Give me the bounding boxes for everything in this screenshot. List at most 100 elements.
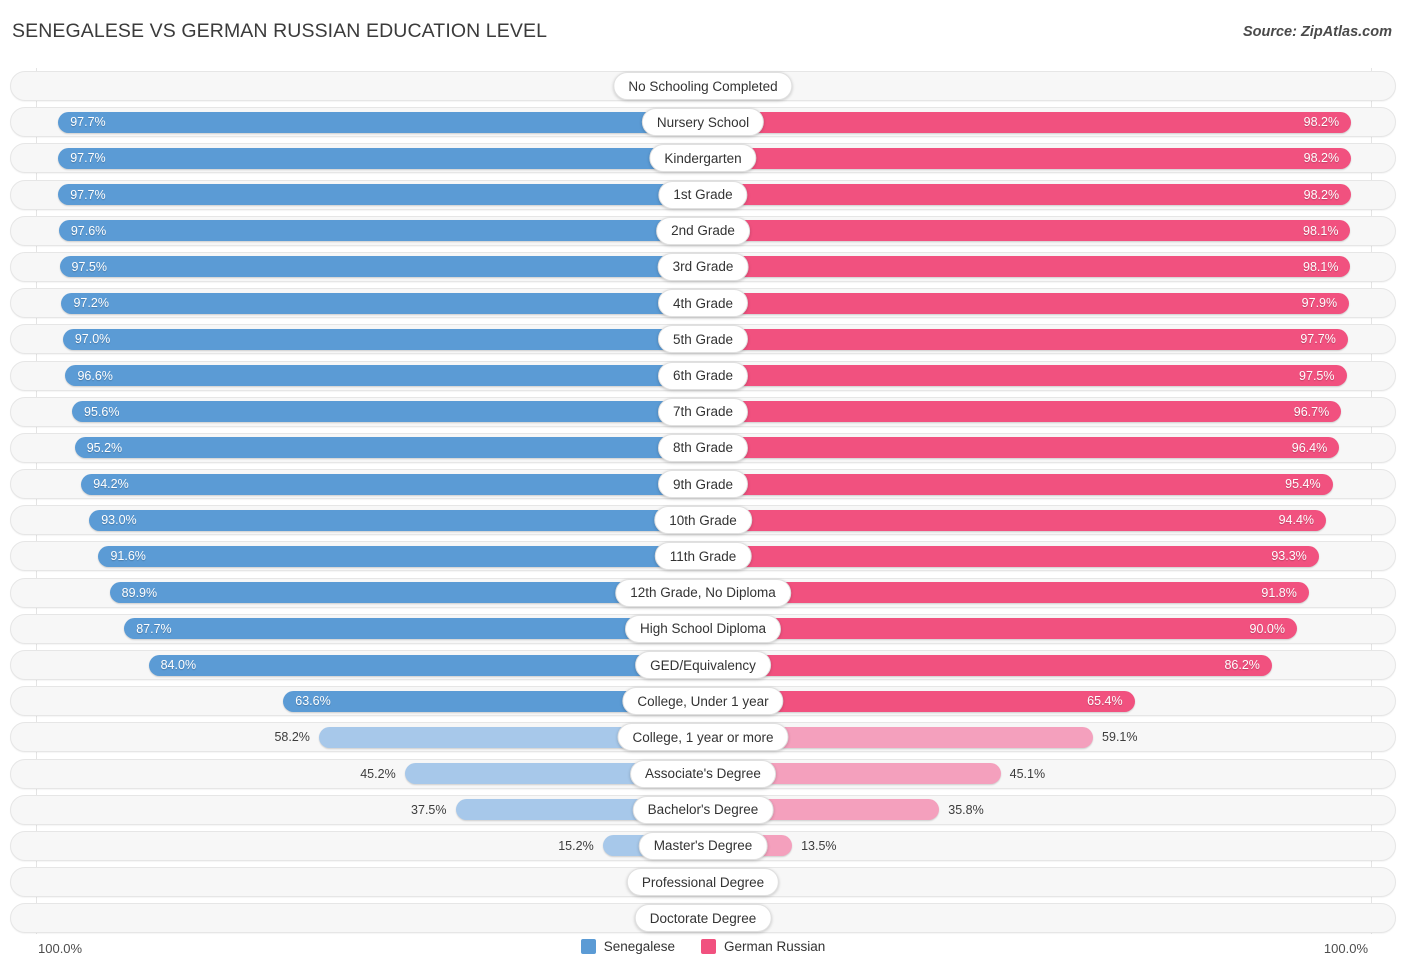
chart-row: 97.7% 98.2% 1st Grade	[10, 177, 1396, 213]
bar-left[interactable]: 91.6%	[98, 545, 703, 567]
bar-right[interactable]: 98.2%	[703, 111, 1352, 133]
bar-right[interactable]: 90.0%	[703, 618, 1297, 640]
bar-group-senegalese: 97.2%	[61, 292, 703, 314]
category-label[interactable]: 7th Grade	[657, 397, 749, 426]
bar-group-german-russian: 98.1%	[703, 256, 1351, 278]
category-label[interactable]: 6th Grade	[657, 361, 749, 390]
bar-right[interactable]: 98.2%	[703, 184, 1352, 206]
bar-group-senegalese: 97.0%	[62, 328, 703, 350]
legend-item[interactable]: German Russian	[701, 939, 825, 954]
bar-value-inside: 98.1%	[1303, 223, 1339, 238]
bar-right[interactable]: 91.8%	[703, 582, 1309, 604]
bar-right[interactable]: 86.2%	[703, 654, 1272, 676]
bar-value-inside: 98.2%	[1303, 151, 1340, 166]
bar-group-senegalese: 97.7%	[58, 111, 703, 133]
bar-left[interactable]: 97.6%	[58, 220, 703, 242]
category-label[interactable]: 4th Grade	[657, 289, 749, 318]
category-label[interactable]: 11th Grade	[654, 542, 752, 571]
bar-value-inside: 95.6%	[84, 404, 120, 419]
category-label[interactable]: College, Under 1 year	[622, 687, 784, 716]
bar-left[interactable]: 95.6%	[72, 401, 703, 423]
category-label[interactable]: College, 1 year or more	[617, 723, 789, 752]
category-label[interactable]: Doctorate Degree	[634, 904, 772, 933]
bar-right[interactable]: 98.2%	[703, 147, 1352, 169]
chart-row: 94.2% 95.4% 9th Grade	[10, 466, 1396, 502]
bar-group-senegalese: 97.7%	[58, 184, 703, 206]
category-label[interactable]: Master's Degree	[638, 831, 768, 860]
category-label[interactable]: 5th Grade	[657, 325, 749, 354]
bar-left[interactable]: 97.0%	[62, 328, 703, 350]
bar-left[interactable]: 97.5%	[59, 256, 703, 278]
category-label[interactable]: 12th Grade, No Diploma	[615, 578, 791, 607]
bar-group-german-russian: 98.2%	[703, 184, 1352, 206]
bar-value-outside: 37.5%	[411, 802, 447, 817]
category-label[interactable]: Associate's Degree	[630, 759, 776, 788]
chart-plot-area: 2.3%1.8%No Schooling Completed 97.7% 98.2%…	[10, 68, 1396, 934]
category-label[interactable]: Professional Degree	[626, 868, 780, 897]
chart-row: 97.6% 98.1% 2nd Grade	[10, 213, 1396, 249]
chart-row: 2.0%1.8%Doctorate Degree	[10, 900, 1396, 936]
bar-right[interactable]: 97.5%	[703, 365, 1347, 386]
bar-group-german-russian: 94.4%	[703, 509, 1327, 531]
bar-right[interactable]: 94.4%	[703, 509, 1327, 531]
bar-left[interactable]: 93.0%	[89, 509, 703, 531]
bar-value-inside: 89.9%	[121, 585, 158, 600]
bar-left[interactable]: 96.6%	[65, 365, 703, 386]
bar-left[interactable]: 84.0%	[148, 654, 703, 676]
source-attribution: Source: ZipAtlas.com	[1242, 24, 1392, 40]
bar-right[interactable]: 97.9%	[703, 292, 1350, 314]
category-label[interactable]: 1st Grade	[658, 180, 748, 209]
bar-value-inside: 93.3%	[1271, 549, 1307, 564]
bar-right[interactable]: 96.7%	[703, 401, 1342, 423]
bar-right[interactable]: 93.3%	[703, 545, 1319, 567]
bar-value-inside: 97.7%	[70, 187, 106, 202]
category-label[interactable]: GED/Equivalency	[635, 651, 771, 679]
bar-value-outside: 13.5%	[801, 838, 837, 853]
bar-value-inside: 65.4%	[1087, 694, 1123, 709]
bar-group-german-russian: 98.1%	[703, 220, 1351, 242]
legend-label: Senegalese	[603, 939, 675, 954]
chart-legend: Senegalese German Russian	[0, 939, 1406, 954]
category-label[interactable]: Kindergarten	[649, 144, 757, 173]
bar-right[interactable]: 97.7%	[703, 328, 1348, 350]
bar-group-senegalese: 95.2%	[74, 437, 703, 459]
bar-value-inside: 97.5%	[1299, 368, 1335, 383]
bar-left[interactable]: 97.2%	[61, 292, 703, 314]
category-label[interactable]: 2nd Grade	[656, 216, 750, 245]
category-label[interactable]: 10th Grade	[654, 506, 752, 535]
chart-row: 93.0% 94.4% 10th Grade	[10, 502, 1396, 538]
bar-left[interactable]: 94.2%	[81, 473, 703, 495]
bar-group-senegalese: 96.6%	[65, 365, 703, 386]
bar-left[interactable]: 95.2%	[74, 437, 703, 459]
bar-left[interactable]: 87.7%	[124, 618, 703, 640]
bar-value-inside: 63.6%	[295, 694, 331, 709]
bar-left[interactable]: 97.7%	[58, 147, 703, 169]
chart-row: 87.7% 90.0% High School Diploma	[10, 611, 1396, 647]
bar-group-german-russian: 91.8%	[703, 582, 1309, 604]
bar-right[interactable]: 95.4%	[703, 473, 1333, 495]
bar-value-outside: 45.1%	[1009, 766, 1046, 781]
category-label[interactable]: 8th Grade	[657, 433, 749, 462]
chart-row: 97.7% 98.2% Nursery School	[10, 104, 1396, 140]
category-label[interactable]: 9th Grade	[657, 470, 749, 499]
category-label[interactable]: Bachelor's Degree	[632, 795, 774, 824]
chart-row: 45.2% 45.1% Associate's Degree	[10, 756, 1396, 792]
bar-value-inside: 87.7%	[136, 621, 172, 636]
legend-item[interactable]: Senegalese	[580, 939, 675, 954]
bar-value-inside: 95.2%	[86, 440, 123, 455]
category-label[interactable]: No Schooling Completed	[613, 72, 793, 100]
category-label[interactable]: 3rd Grade	[657, 252, 749, 281]
bar-left[interactable]: 89.9%	[109, 582, 703, 604]
bar-left[interactable]: 97.7%	[58, 111, 703, 133]
bar-value-inside: 84.0%	[160, 658, 197, 672]
bar-group-german-russian: 98.2%	[703, 147, 1352, 169]
category-label[interactable]: High School Diploma	[624, 614, 782, 643]
bar-value-outside: 45.2%	[360, 766, 396, 781]
bar-left[interactable]: 97.7%	[58, 184, 703, 206]
bar-value-inside: 95.4%	[1285, 477, 1321, 492]
bar-right[interactable]: 96.4%	[703, 437, 1340, 459]
bar-right[interactable]: 98.1%	[703, 256, 1351, 278]
page-title: SENEGALESE VS GERMAN RUSSIAN EDUCATION L…	[12, 20, 548, 42]
category-label[interactable]: Nursery School	[641, 108, 765, 137]
bar-right[interactable]: 98.1%	[703, 220, 1351, 242]
